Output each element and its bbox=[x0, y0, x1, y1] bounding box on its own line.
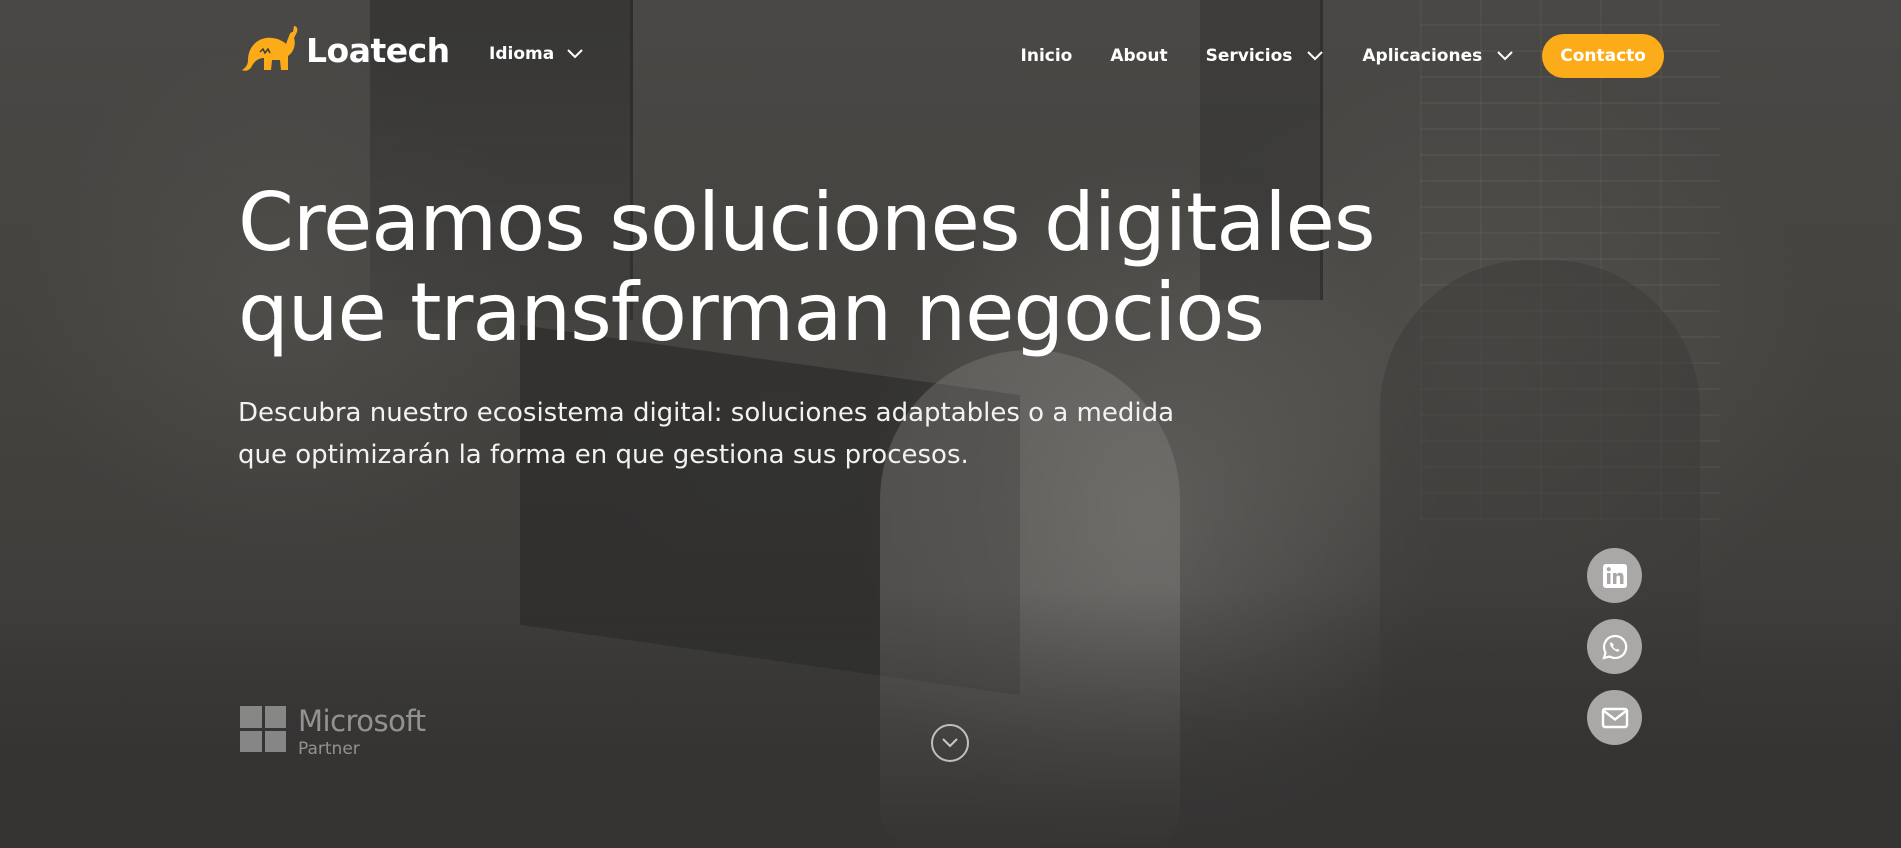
partner-tier: Partner bbox=[298, 739, 360, 759]
nav-item-label: Servicios bbox=[1205, 46, 1293, 66]
partner-name: Microsoft bbox=[298, 704, 426, 738]
hero-subtitle-line: Descubra nuestro ecosistema digital: sol… bbox=[238, 398, 1175, 428]
nav-item-inicio[interactable]: Inicio bbox=[1021, 46, 1073, 66]
linkedin-icon bbox=[1602, 563, 1627, 588]
chevron-down-icon bbox=[1307, 51, 1324, 61]
hero-headline-line: Creamos soluciones digitales bbox=[238, 176, 1376, 269]
language-selector[interactable]: Idioma bbox=[489, 44, 584, 64]
whatsapp-button[interactable] bbox=[1587, 619, 1642, 674]
contact-button[interactable]: Contacto bbox=[1542, 34, 1664, 78]
social-links bbox=[1587, 548, 1642, 745]
nav-item-label: About bbox=[1110, 46, 1168, 66]
email-button[interactable] bbox=[1587, 690, 1642, 745]
brand-logo[interactable]: Loatech bbox=[238, 22, 450, 78]
site-header: Loatech Idioma Inicio About Servicios Ap… bbox=[0, 0, 1901, 110]
linkedin-button[interactable] bbox=[1587, 548, 1642, 603]
language-label: Idioma bbox=[489, 44, 555, 64]
hero-subtitle-line: que optimizarán la forma en que gestiona… bbox=[238, 440, 969, 470]
nav-item-label: Inicio bbox=[1020, 46, 1073, 66]
nav-item-servicios[interactable]: Servicios bbox=[1206, 46, 1325, 66]
chevron-down-icon bbox=[567, 49, 583, 59]
brand-name: Loatech bbox=[306, 30, 450, 70]
scroll-down-button[interactable] bbox=[931, 724, 969, 762]
mail-icon bbox=[1601, 707, 1628, 728]
hero-headline-line: que transforman negocios bbox=[238, 266, 1265, 359]
elephant-logo-icon bbox=[242, 26, 298, 71]
whatsapp-icon bbox=[1601, 634, 1627, 660]
nav-item-about[interactable]: About bbox=[1110, 46, 1167, 66]
nav-item-label: Aplicaciones bbox=[1362, 46, 1483, 66]
hero-subtitle: Descubra nuestro ecosistema digital: sol… bbox=[238, 392, 1198, 476]
chevron-down-circle-icon bbox=[942, 738, 958, 748]
hero-section: Loatech Idioma Inicio About Servicios Ap… bbox=[0, 0, 1901, 848]
hero-headline: Creamos soluciones digitales que transfo… bbox=[238, 178, 1588, 358]
chevron-down-icon bbox=[1497, 51, 1513, 61]
microsoft-logo-icon bbox=[240, 706, 286, 752]
microsoft-partner-badge: Microsoft Partner bbox=[240, 704, 426, 760]
nav-item-aplicaciones[interactable]: Aplicaciones bbox=[1362, 46, 1514, 66]
main-nav: Inicio About Servicios Aplicaciones Cont… bbox=[1021, 34, 1664, 78]
